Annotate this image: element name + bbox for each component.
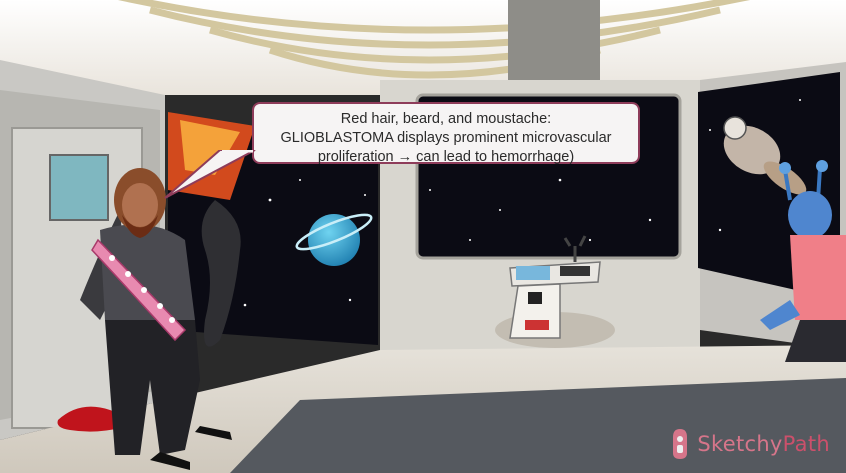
speech-line-1: Red hair, beard, and moustache: (340, 111, 552, 127)
speech-line-2: GLIOBLASTOMA displays prominent microvas… (280, 130, 612, 146)
sketchypath-watermark: SketchyPath (669, 427, 830, 461)
door-window (49, 154, 109, 221)
speech-bubble-tail (164, 150, 256, 199)
speech-line-3: proliferation → can lead to hemorrhage) (317, 149, 575, 165)
scene-artwork (0, 0, 846, 473)
ceiling-pipe (508, 0, 600, 80)
sketchypath-logo-icon (673, 429, 688, 459)
watermark-text: SketchyPath (697, 432, 830, 456)
speech-bubble: Red hair, beard, and moustache: GLIOBLAS… (252, 102, 640, 165)
illustration-scene: Red hair, beard, and moustache: GLIOBLAS… (0, 0, 846, 473)
